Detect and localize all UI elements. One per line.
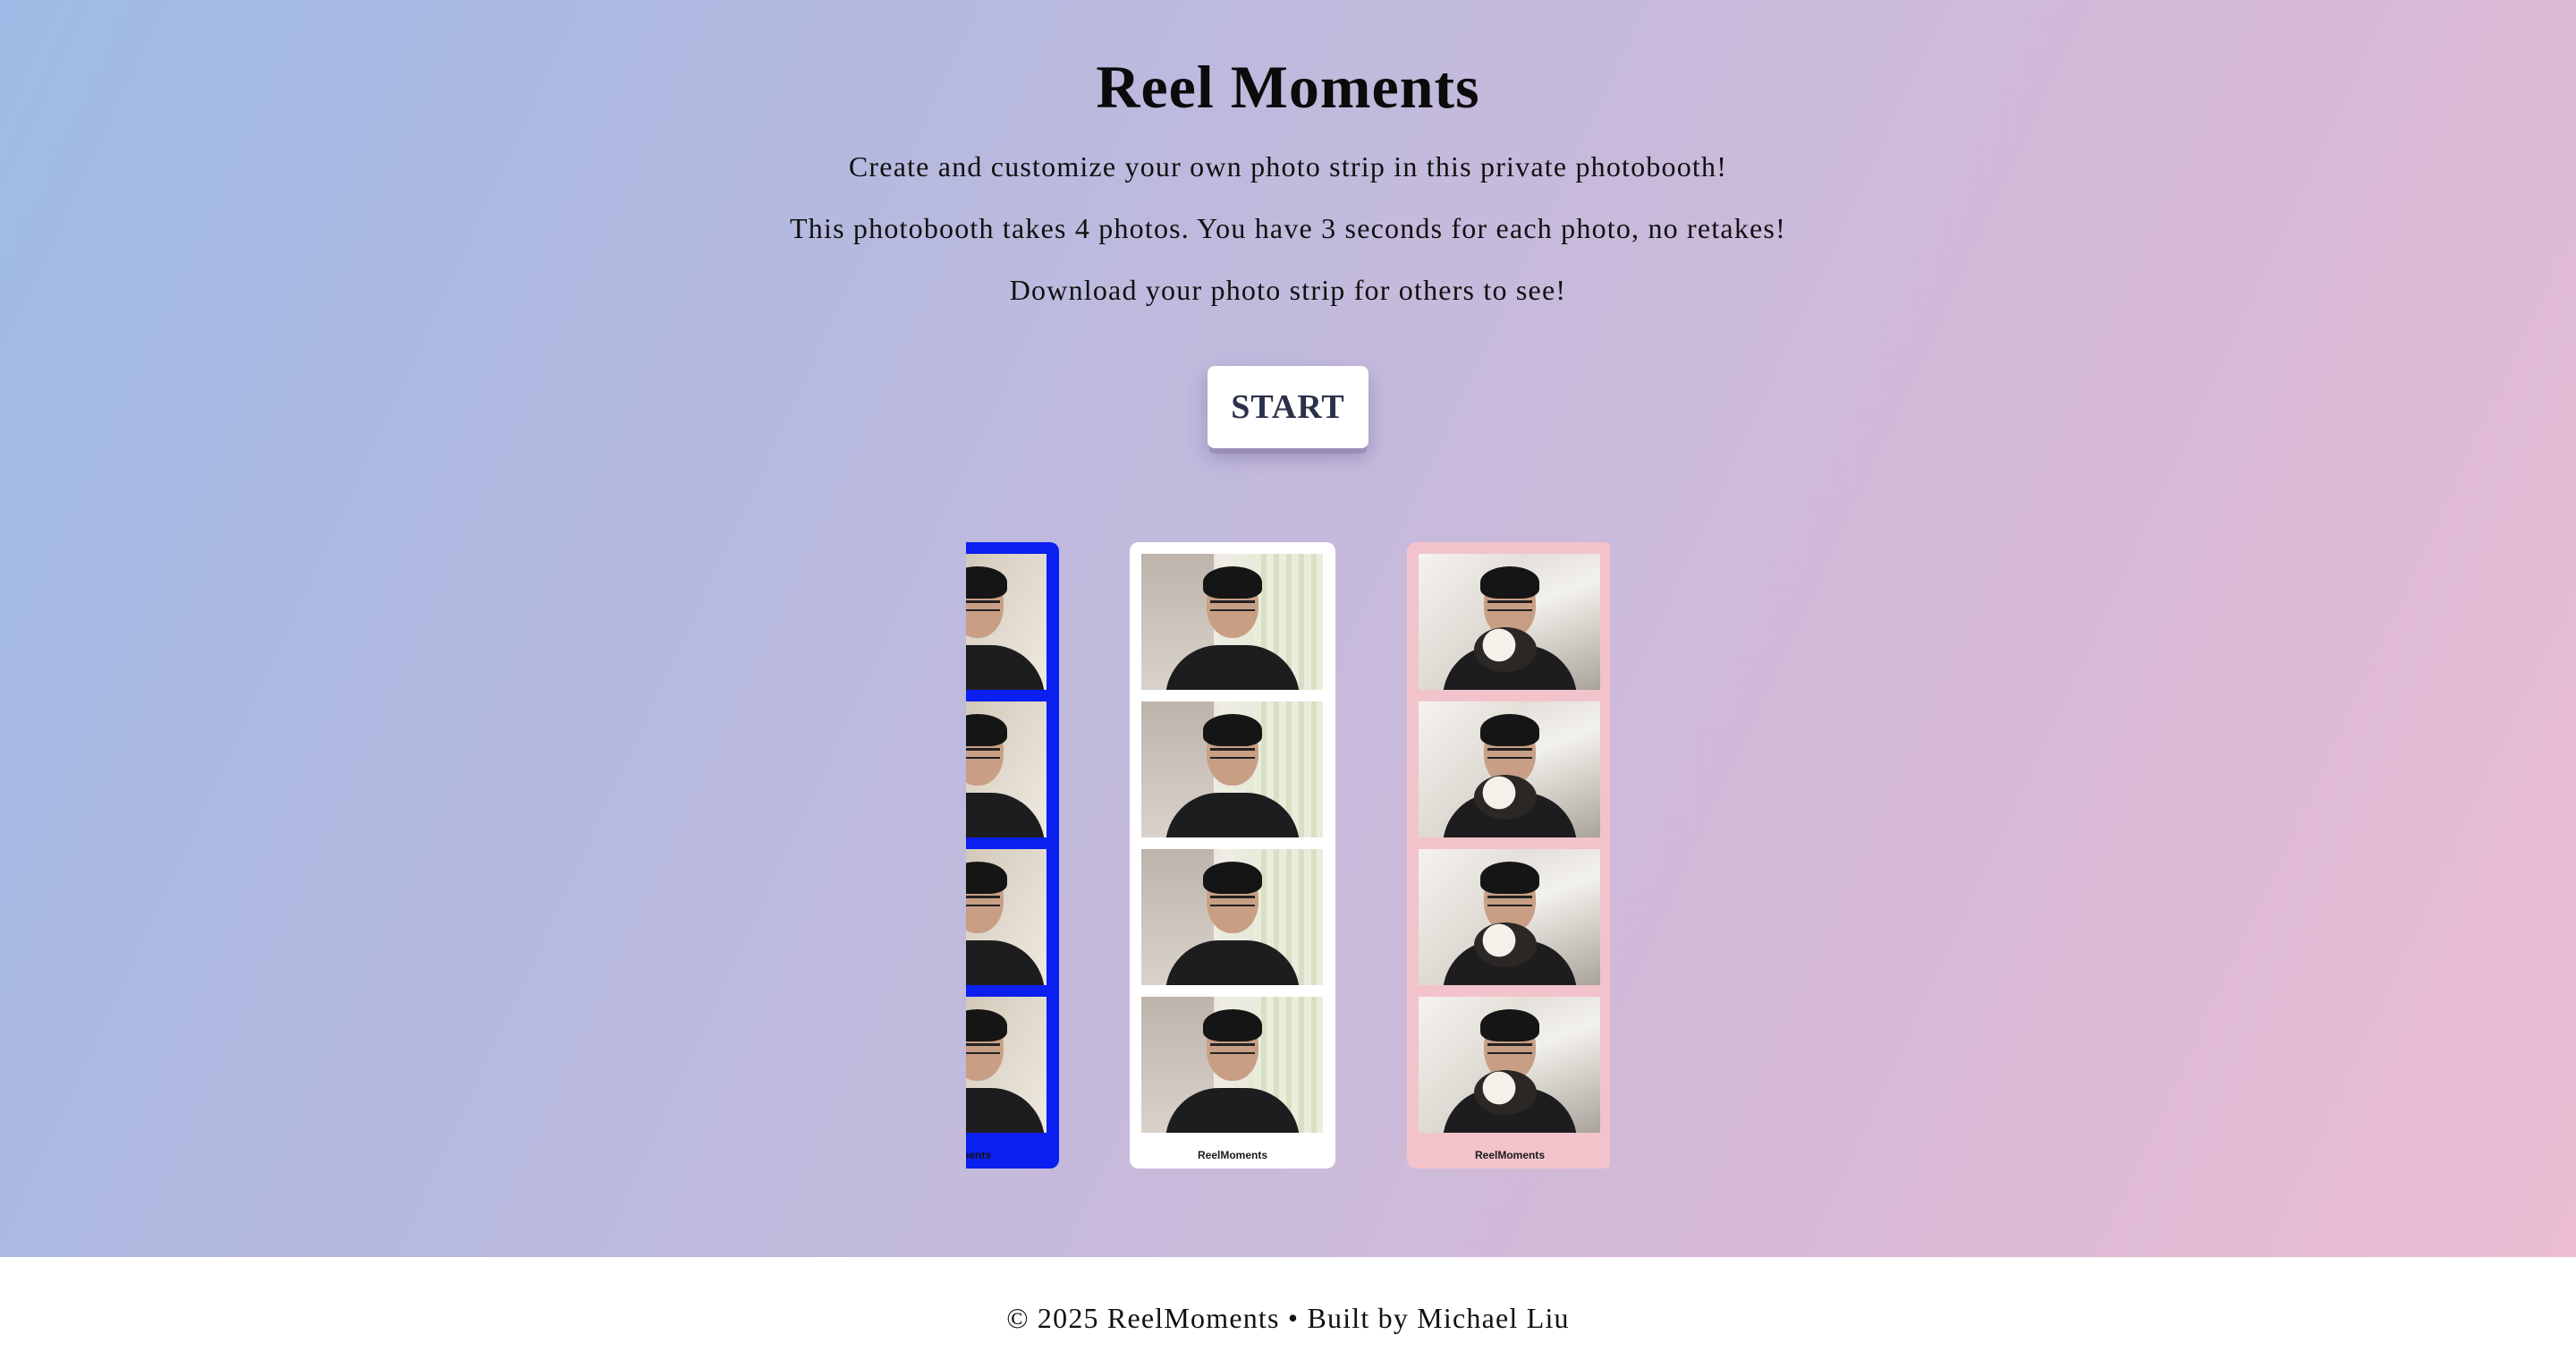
strip-caption: ReelMoments bbox=[1197, 1149, 1268, 1161]
strip-caption: ReelMoments bbox=[966, 1149, 992, 1161]
page-title: Reel Moments bbox=[1096, 53, 1480, 121]
strip-photo bbox=[1419, 849, 1600, 985]
page-background: Reel Moments Create and customize your o… bbox=[0, 0, 2576, 1257]
strip-photo bbox=[1141, 849, 1323, 985]
footer: © 2025 ReelMoments • Built by Michael Li… bbox=[0, 1257, 2576, 1360]
strip-photo bbox=[1419, 997, 1600, 1133]
strip-photo bbox=[1141, 554, 1323, 690]
strip-photo bbox=[1419, 701, 1600, 837]
strip-photo bbox=[1141, 997, 1323, 1133]
footer-credit: © 2025 ReelMoments • Built by Michael Li… bbox=[1006, 1302, 1570, 1334]
photo-strip-blue: ReelMoments bbox=[966, 542, 1059, 1169]
strip-photo bbox=[966, 701, 1046, 837]
strip-photo bbox=[966, 554, 1046, 690]
photo-strip-carousel: ReelMoments ReelMoments ReelMoments bbox=[966, 537, 1610, 1172]
strip-photo bbox=[966, 849, 1046, 985]
intro-line-2: This photobooth takes 4 photos. You have… bbox=[790, 212, 1786, 244]
photo-strip-white: ReelMoments bbox=[1130, 542, 1335, 1169]
intro-line-3: Download your photo strip for others to … bbox=[1009, 274, 1567, 306]
photo-strip-pink: ReelMoments bbox=[1407, 542, 1610, 1169]
strip-photo bbox=[1419, 554, 1600, 690]
intro-line-1: Create and customize your own photo stri… bbox=[848, 150, 1728, 183]
strip-caption: ReelMoments bbox=[1474, 1149, 1546, 1161]
strip-photo bbox=[966, 997, 1046, 1133]
strip-photo bbox=[1141, 701, 1323, 837]
start-button[interactable]: START bbox=[1208, 366, 1368, 448]
